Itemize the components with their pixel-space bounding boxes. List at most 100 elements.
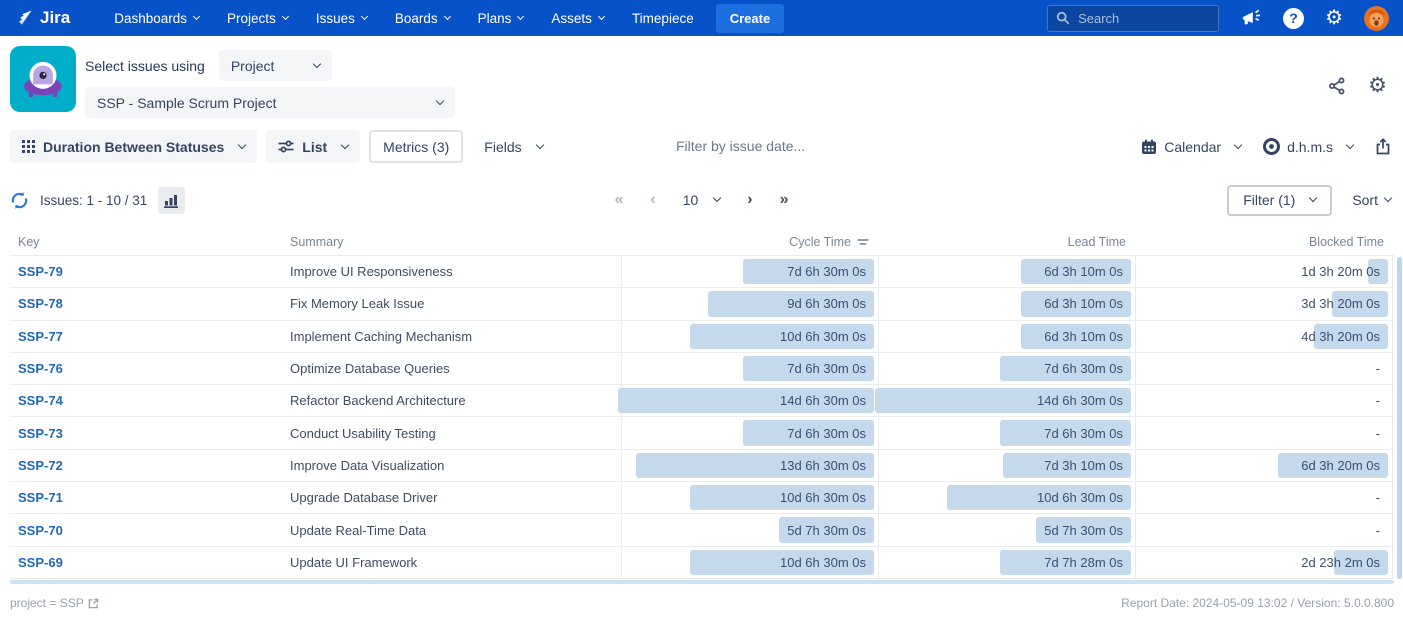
issue-key-link[interactable]: SSP-72 bbox=[18, 458, 63, 473]
summary-cell: Implement Caching Mechanism bbox=[290, 321, 621, 352]
project-value: SSP - Sample Scrum Project bbox=[97, 95, 276, 111]
column-header-summary[interactable]: Summary bbox=[290, 235, 621, 249]
calendar-icon bbox=[1141, 139, 1157, 155]
column-header-blocked-time[interactable]: Blocked Time bbox=[1135, 235, 1393, 249]
blocked-value: - bbox=[1376, 514, 1380, 545]
issue-key-link[interactable]: SSP-73 bbox=[18, 426, 63, 441]
key-cell: SSP-72 bbox=[10, 450, 290, 481]
cycle-cell: 9d 6h 30m 0s bbox=[621, 288, 878, 319]
search-box[interactable] bbox=[1047, 5, 1219, 32]
key-cell: SSP-70 bbox=[10, 514, 290, 545]
last-page-button[interactable]: » bbox=[780, 192, 789, 208]
table-row: SSP-77 Implement Caching Mechanism10d 6h … bbox=[10, 321, 1394, 353]
share-icon[interactable] bbox=[1328, 77, 1346, 95]
first-page-button[interactable]: « bbox=[614, 192, 623, 208]
settings-gear-icon[interactable]: ⚙ bbox=[1368, 75, 1387, 96]
column-header-key[interactable]: Key bbox=[10, 235, 290, 249]
blocked-cell: - bbox=[1135, 385, 1393, 416]
issue-source-dropdown[interactable]: Project bbox=[219, 50, 332, 81]
chevron-down-icon bbox=[713, 194, 721, 202]
create-button[interactable]: Create bbox=[716, 4, 784, 33]
nav-item-projects[interactable]: Projects bbox=[227, 11, 288, 26]
issues-table: Key Summary Cycle Time Lead Time Blocked… bbox=[10, 228, 1394, 579]
prev-page-button[interactable]: ‹ bbox=[650, 192, 655, 208]
lead-cell: 6d 3h 10m 0s bbox=[878, 288, 1135, 319]
nav-item-timepiece[interactable]: Timepiece bbox=[632, 11, 694, 26]
cycle-value: 5d 7h 30m 0s bbox=[787, 514, 866, 545]
key-cell: SSP-74 bbox=[10, 385, 290, 416]
chevron-down-icon bbox=[535, 140, 543, 148]
page-size-dropdown[interactable]: 10 bbox=[683, 192, 721, 208]
lead-cell: 10d 6h 30m 0s bbox=[878, 482, 1135, 513]
pagination-bar: Issues: 1 - 10 / 31 « ‹ 10 › » bbox=[10, 183, 1393, 217]
pagination-controls: « ‹ 10 › » bbox=[614, 183, 788, 217]
avatar[interactable] bbox=[1364, 6, 1389, 31]
search-input[interactable] bbox=[1078, 11, 1198, 26]
issue-key-link[interactable]: SSP-79 bbox=[18, 264, 63, 279]
cycle-cell: 10d 6h 30m 0s bbox=[621, 482, 878, 513]
view-button[interactable]: List bbox=[266, 130, 360, 163]
toolbar-right: Calendar d.h.m.s bbox=[1141, 130, 1391, 163]
issue-key-link[interactable]: SSP-69 bbox=[18, 555, 63, 570]
lead-value: 14d 6h 30m 0s bbox=[1037, 385, 1123, 416]
gear-icon[interactable]: ⚙ bbox=[1325, 8, 1343, 28]
select-issues-label: Select issues using bbox=[85, 58, 205, 74]
view-label: List bbox=[302, 139, 327, 155]
filter-button[interactable]: Filter (1) bbox=[1227, 185, 1332, 216]
lead-cell: 14d 6h 30m 0s bbox=[878, 385, 1135, 416]
issue-key-link[interactable]: SSP-71 bbox=[18, 490, 63, 505]
chevron-down-icon bbox=[1309, 194, 1317, 202]
footer-query-link[interactable]: project = SSP bbox=[10, 596, 99, 610]
toolbar: Duration Between Statuses List Metrics (… bbox=[10, 130, 1393, 163]
nav-item-label: Plans bbox=[478, 11, 512, 26]
issue-key-link[interactable]: SSP-77 bbox=[18, 329, 63, 344]
cycle-cell: 14d 6h 30m 0s bbox=[621, 385, 878, 416]
chevron-down-icon bbox=[598, 12, 605, 19]
issue-key-link[interactable]: SSP-70 bbox=[18, 523, 63, 538]
megaphone-icon[interactable] bbox=[1240, 8, 1262, 28]
chevron-down-icon bbox=[282, 12, 289, 19]
key-cell: SSP-77 bbox=[10, 321, 290, 352]
cycle-value: 9d 6h 30m 0s bbox=[787, 288, 866, 319]
issue-key-link[interactable]: SSP-74 bbox=[18, 393, 63, 408]
nav-item-boards[interactable]: Boards bbox=[395, 11, 450, 26]
fields-button[interactable]: Fields bbox=[472, 130, 554, 163]
lead-value: 7d 6h 30m 0s bbox=[1044, 353, 1123, 384]
refresh-icon[interactable] bbox=[10, 191, 29, 210]
next-page-button[interactable]: › bbox=[747, 192, 752, 208]
project-dropdown[interactable]: SSP - Sample Scrum Project bbox=[85, 87, 455, 118]
column-header-cycle-time[interactable]: Cycle Time bbox=[621, 235, 878, 249]
blocked-cell: 3d 3h 20m 0s bbox=[1135, 288, 1393, 319]
search-icon bbox=[1056, 11, 1070, 25]
report-type-button[interactable]: Duration Between Statuses bbox=[10, 130, 257, 163]
help-icon[interactable]: ? bbox=[1283, 8, 1304, 29]
units-dropdown[interactable]: d.h.m.s bbox=[1263, 138, 1353, 155]
vertical-scrollbar[interactable] bbox=[1397, 257, 1402, 579]
nav-item-plans[interactable]: Plans bbox=[478, 11, 524, 26]
footer: project = SSP Report Date: 2024-05-09 13… bbox=[10, 596, 1394, 610]
blocked-value: 3d 3h 20m 0s bbox=[1301, 288, 1380, 319]
horizontal-scrollbar[interactable] bbox=[10, 580, 1394, 584]
table-row: SSP-76Optimize Database Queries7d 6h 30m… bbox=[10, 353, 1394, 385]
chart-view-button[interactable] bbox=[158, 187, 185, 214]
jira-logo[interactable]: Jira bbox=[14, 8, 70, 28]
nav-item-issues[interactable]: Issues bbox=[316, 11, 367, 26]
cycle-cell: 10d 6h 30m 0s bbox=[621, 321, 878, 352]
date-filter-input[interactable]: Filter by issue date... bbox=[676, 138, 805, 154]
nav-item-dashboards[interactable]: Dashboards bbox=[114, 11, 199, 26]
issue-key-link[interactable]: SSP-76 bbox=[18, 361, 63, 376]
calendar-dropdown[interactable]: Calendar bbox=[1141, 139, 1241, 155]
metrics-button[interactable]: Metrics (3) bbox=[369, 130, 463, 163]
blocked-value: 4d 3h 20m 0s bbox=[1301, 321, 1380, 352]
table-row: SSP-74Refactor Backend Architecture14d 6… bbox=[10, 385, 1394, 417]
nav-item-assets[interactable]: Assets bbox=[551, 11, 604, 26]
column-header-lead-time[interactable]: Lead Time bbox=[878, 235, 1135, 249]
lead-cell: 7d 6h 30m 0s bbox=[878, 417, 1135, 448]
sort-button[interactable]: Sort bbox=[1352, 192, 1391, 208]
cycle-value: 7d 6h 30m 0s bbox=[787, 417, 866, 448]
issue-key-link[interactable]: SSP-78 bbox=[18, 296, 63, 311]
lead-cell: 6d 3h 10m 0s bbox=[878, 256, 1135, 287]
filter-button-label: Filter (1) bbox=[1243, 192, 1295, 208]
fields-label: Fields bbox=[484, 139, 521, 155]
export-icon[interactable] bbox=[1375, 138, 1391, 155]
